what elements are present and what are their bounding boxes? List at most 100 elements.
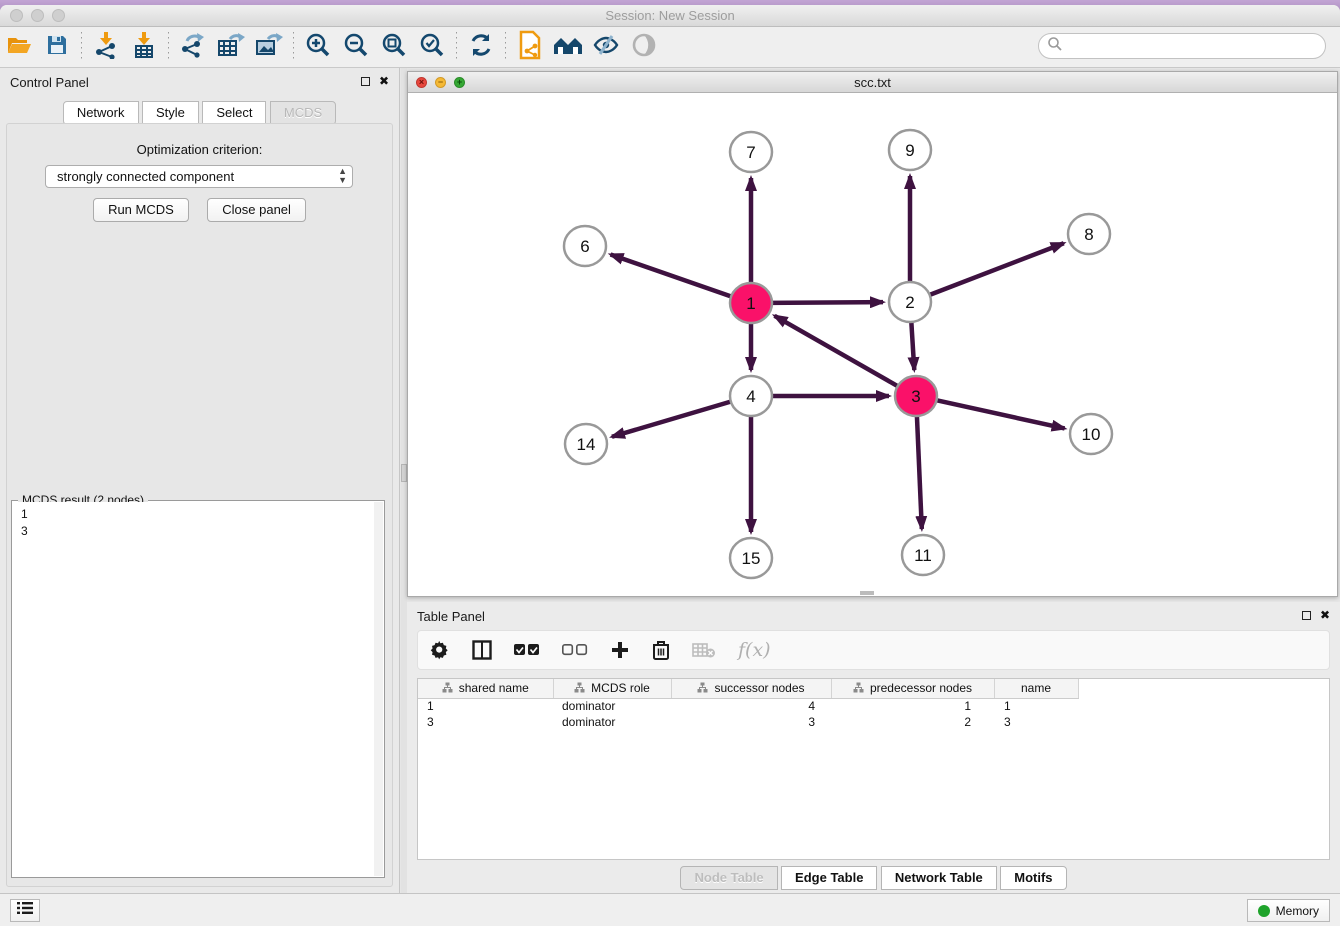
graph-node-1[interactable]: 1: [730, 283, 772, 323]
fit-content-icon: [381, 32, 407, 63]
close-panel-icon[interactable]: ✖: [379, 75, 389, 87]
dropdown-stepper-icon: ▲▼: [338, 167, 347, 185]
zoom-in-button[interactable]: [299, 30, 337, 64]
graph-node-14[interactable]: 14: [565, 424, 607, 464]
mcds-result-item[interactable]: 1: [21, 506, 374, 523]
zoom-selected-button[interactable]: [413, 30, 451, 64]
zoom-out-button[interactable]: [337, 30, 375, 64]
tab-motifs[interactable]: Motifs: [1000, 866, 1066, 890]
hide-panels-button[interactable]: [587, 30, 625, 64]
svg-text:14: 14: [577, 435, 596, 454]
export-network-button[interactable]: [174, 30, 212, 64]
graph-node-3[interactable]: 3: [895, 376, 937, 416]
table-cell[interactable]: 1: [418, 698, 553, 714]
tab-network-table[interactable]: Network Table: [881, 866, 997, 890]
mcds-result-scrollbar[interactable]: [374, 502, 383, 876]
close-table-panel-icon[interactable]: ✖: [1320, 609, 1330, 621]
graph-edge-3-11[interactable]: [917, 414, 922, 529]
bird-eye-view-button[interactable]: [625, 30, 663, 64]
import-network-button[interactable]: [87, 30, 125, 64]
canvas-hscroll-thumb[interactable]: [860, 591, 874, 595]
mcds-result-list[interactable]: 13: [13, 502, 374, 876]
node-table[interactable]: shared name MCDS role successor nodes pr…: [418, 679, 1079, 730]
float-table-panel-icon[interactable]: [1302, 611, 1311, 620]
network-view-window: × − + scc.txt 7 9 6 8 1 2 4 3 14 10 15 11: [407, 71, 1338, 597]
delete-table-button[interactable]: [692, 642, 716, 658]
graph-node-2[interactable]: 2: [889, 282, 931, 322]
graph-node-15[interactable]: 15: [730, 538, 772, 578]
graph-edge-1-6[interactable]: [611, 254, 733, 297]
column-header-successor-nodes[interactable]: successor nodes: [671, 679, 831, 698]
export-image-icon: [254, 31, 284, 64]
graph-edge-3-1[interactable]: [775, 316, 900, 387]
table-cell[interactable]: 3: [418, 714, 553, 730]
tab-mcds[interactable]: MCDS: [270, 101, 336, 125]
table-cell[interactable]: dominator: [553, 698, 671, 714]
column-header-name[interactable]: name: [994, 679, 1078, 698]
network-overview-button[interactable]: [549, 30, 587, 64]
graph-node-4[interactable]: 4: [730, 376, 772, 416]
network-graph[interactable]: 7 9 6 8 1 2 4 3 14 10 15 11: [408, 93, 1337, 596]
memory-button[interactable]: Memory: [1247, 899, 1330, 922]
tab-edge-table[interactable]: Edge Table: [781, 866, 877, 890]
copy-network-button[interactable]: [511, 30, 549, 64]
search-box[interactable]: [1038, 33, 1326, 59]
network-canvas[interactable]: 7 9 6 8 1 2 4 3 14 10 15 11: [408, 93, 1337, 596]
graph-edge-2-8[interactable]: [928, 243, 1064, 295]
table-cell[interactable]: 3: [994, 714, 1078, 730]
table-row[interactable]: 1dominator411: [418, 698, 1078, 714]
tab-style[interactable]: Style: [142, 101, 199, 125]
tab-network[interactable]: Network: [63, 101, 139, 125]
svg-text:4: 4: [746, 387, 755, 406]
close-panel-button[interactable]: Close panel: [207, 198, 306, 222]
table-columns-button[interactable]: [472, 640, 492, 660]
export-image-button[interactable]: [250, 30, 288, 64]
node-table-header-row[interactable]: shared name MCDS role successor nodes pr…: [418, 679, 1078, 698]
table-row[interactable]: 3dominator323: [418, 714, 1078, 730]
graph-node-9[interactable]: 9: [889, 130, 931, 170]
tab-select[interactable]: Select: [202, 101, 266, 125]
deselect-all-rows-button[interactable]: [562, 643, 588, 657]
network-window-titlebar[interactable]: × − + scc.txt: [408, 72, 1337, 93]
graph-node-11[interactable]: 11: [902, 535, 944, 575]
table-cell[interactable]: 4: [671, 698, 831, 714]
open-session-button[interactable]: [0, 30, 38, 64]
column-header-shared-name[interactable]: shared name: [418, 679, 553, 698]
fit-content-button[interactable]: [375, 30, 413, 64]
add-column-button[interactable]: [610, 640, 630, 660]
criterion-dropdown[interactable]: strongly connected component ▲▼: [45, 165, 353, 188]
graph-edge-2-3[interactable]: [911, 320, 914, 370]
import-table-button[interactable]: [125, 30, 163, 64]
graph-node-10[interactable]: 10: [1070, 414, 1112, 454]
floppy-disk-icon: [45, 33, 69, 62]
apply-layout-button[interactable]: [462, 30, 500, 64]
save-session-button[interactable]: [38, 30, 76, 64]
column-header-mcds-role[interactable]: MCDS role: [553, 679, 671, 698]
table-cell[interactable]: dominator: [553, 714, 671, 730]
table-cell[interactable]: 3: [671, 714, 831, 730]
graph-node-7[interactable]: 7: [730, 132, 772, 172]
delete-column-button[interactable]: [652, 640, 670, 660]
tab-node-table[interactable]: Node Table: [680, 866, 777, 890]
table-cell[interactable]: 2: [831, 714, 994, 730]
column-header-predecessor-nodes[interactable]: predecessor nodes: [831, 679, 994, 698]
mcds-result-item[interactable]: 3: [21, 523, 374, 540]
svg-text:2: 2: [905, 293, 914, 312]
run-mcds-button[interactable]: Run MCDS: [93, 198, 189, 222]
search-input[interactable]: [1063, 36, 1325, 56]
select-all-rows-button[interactable]: [514, 643, 540, 657]
graph-edge-3-10[interactable]: [935, 400, 1065, 429]
graph-node-8[interactable]: 8: [1068, 214, 1110, 254]
graph-edge-1-2[interactable]: [770, 302, 883, 303]
task-history-button[interactable]: [10, 899, 40, 922]
optimization-criterion-label: Optimization criterion:: [7, 142, 392, 157]
graph-node-6[interactable]: 6: [564, 226, 606, 266]
export-table-button[interactable]: [212, 30, 250, 64]
function-builder-button[interactable]: f(x): [738, 639, 771, 661]
table-cell[interactable]: 1: [994, 698, 1078, 714]
graph-edge-4-14[interactable]: [612, 401, 733, 437]
app-title: Session: New Session: [0, 8, 1340, 23]
float-panel-icon[interactable]: [361, 77, 370, 86]
table-cell[interactable]: 1: [831, 698, 994, 714]
table-settings-button[interactable]: [430, 640, 450, 660]
